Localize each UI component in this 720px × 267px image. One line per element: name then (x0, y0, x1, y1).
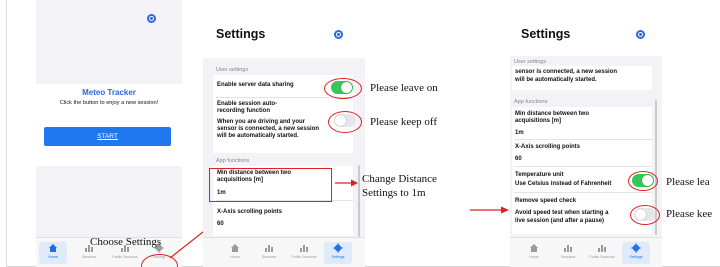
speed-check-desc-1: Avoid speed test when starting a (515, 210, 609, 216)
separator (514, 192, 652, 193)
temperature-unit-label: Temperature unit (515, 172, 564, 178)
home-icon (530, 244, 538, 252)
min-distance-label-2: acquisitions [m] (515, 118, 562, 124)
server-toggle-highlight (324, 78, 362, 99)
auto-record-label-2: recording function (217, 108, 270, 114)
tab-public-sessions-label: Public Sessions (589, 255, 615, 259)
tab-home[interactable]: Home (39, 242, 67, 264)
tab-sessions[interactable]: Sessions (554, 242, 582, 264)
tab-home-label: Home (48, 255, 58, 259)
tab-home[interactable]: Home (221, 242, 249, 264)
start-button[interactable]: START (44, 127, 171, 146)
frame-left-border (6, 0, 7, 267)
public-sessions-icon (300, 245, 308, 252)
home-screen: Meteo Tracker Click the button to enjoy … (36, 0, 182, 267)
settings-screen-top: Settings User settings Enable server dat… (203, 0, 365, 267)
auto-record-desc-3: will be automatically started. (217, 133, 299, 139)
tab-settings[interactable]: Settings (324, 242, 352, 264)
x-axis-value[interactable]: 60 (217, 221, 224, 228)
auto-record-desc-3: will be automatically started. (515, 77, 597, 83)
tab-sessions-label: Sessions (261, 255, 277, 259)
session-card: Meteo Tracker Click the button to enjoy … (36, 84, 182, 166)
min-distance-label-1: Min distance between two (515, 111, 590, 117)
scrollbar[interactable] (358, 165, 360, 237)
annotation-leave-on: Please leave on (370, 82, 438, 94)
tab-bar: Home Sessions Public Sessions Settings (203, 237, 365, 267)
start-button-label: START (97, 133, 118, 140)
x-axis-label: X-Axis scrolling points (515, 144, 581, 150)
home-icon (231, 244, 239, 252)
gear-icon (631, 243, 641, 253)
arrow-to-next-screen (470, 206, 509, 214)
temperature-unit-desc: Use Celsius instead of Fahrenheit (515, 181, 612, 187)
annotation-choose-settings: Choose Settings (90, 236, 162, 248)
settings-screen-scrolled: Settings User settings sensor is connect… (510, 0, 662, 267)
profile-icon[interactable] (636, 30, 645, 39)
tab-sessions[interactable]: Sessions (255, 242, 283, 264)
tab-home-label: Home (230, 255, 240, 259)
auto-record-label-1: Enable session auto- (217, 101, 278, 107)
home-icon (49, 244, 57, 252)
tab-settings-label: Settings (331, 255, 345, 259)
profile-icon[interactable] (147, 14, 156, 23)
annotation-change-distance-2: Settings to 1m (362, 187, 426, 199)
section-app-functions: App functions (216, 158, 250, 164)
card-subtitle: Click the button to enjoy a new session! (59, 100, 159, 106)
public-sessions-icon (598, 245, 606, 252)
speed-check-desc-2: live session (and after a pause) (515, 218, 605, 224)
sessions-icon (265, 245, 273, 252)
min-distance-highlight (209, 168, 332, 202)
auto-record-desc-2: sensor is connected, a new session (217, 126, 320, 132)
x-axis-label: X-Axis scrolling points (217, 209, 283, 215)
annotation-please-keep: Please kee (666, 208, 713, 220)
section-user-settings: User settings (216, 67, 249, 73)
speed-check-label: Remove speed check (515, 198, 577, 204)
annotation-keep-off: Please keep off (370, 116, 437, 128)
tab-public-sessions[interactable]: Public Sessions (588, 242, 616, 264)
profile-icon[interactable] (334, 30, 343, 39)
tab-public-sessions-label: Public Sessions (291, 255, 317, 259)
app-title: Meteo Tracker (82, 88, 136, 97)
sessions-icon (564, 245, 572, 252)
page-title: Settings (216, 27, 266, 41)
auto-record-toggle-highlight (328, 111, 362, 133)
arrow-to-distance-note (335, 179, 358, 187)
tab-sessions-label: Sessions (560, 255, 576, 259)
section-app-functions: App functions (514, 99, 548, 105)
tab-sessions-label: Sessions (81, 255, 97, 259)
section-user-settings: User settings (514, 59, 547, 65)
min-distance-value[interactable]: 1m (515, 130, 524, 137)
auto-record-desc-1: When you are driving and your (217, 119, 306, 125)
auto-record-desc-2: sensor is connected, a new session (515, 69, 618, 75)
tab-home[interactable]: Home (520, 242, 548, 264)
tab-settings-label: Settings (629, 255, 643, 259)
temperature-toggle-highlight (628, 171, 658, 191)
tab-public-sessions-label: Public Sessions (112, 255, 138, 259)
speed-check-toggle-highlight (630, 205, 660, 225)
tab-settings[interactable]: Settings (622, 242, 650, 264)
separator (514, 166, 652, 167)
annotation-please-leave: Please lea (666, 176, 710, 188)
tab-bar: Home Sessions Public Sessions Settings (510, 237, 662, 267)
server-sharing-label: Enable server data sharing (217, 82, 294, 88)
page-title: Settings (521, 27, 571, 41)
x-axis-value[interactable]: 60 (515, 156, 522, 163)
tab-home-label: Home (529, 255, 539, 259)
separator (514, 139, 652, 140)
annotation-change-distance-1: Change Distance (362, 173, 437, 185)
gear-icon (333, 243, 343, 253)
tab-public-sessions[interactable]: Public Sessions (290, 242, 318, 264)
